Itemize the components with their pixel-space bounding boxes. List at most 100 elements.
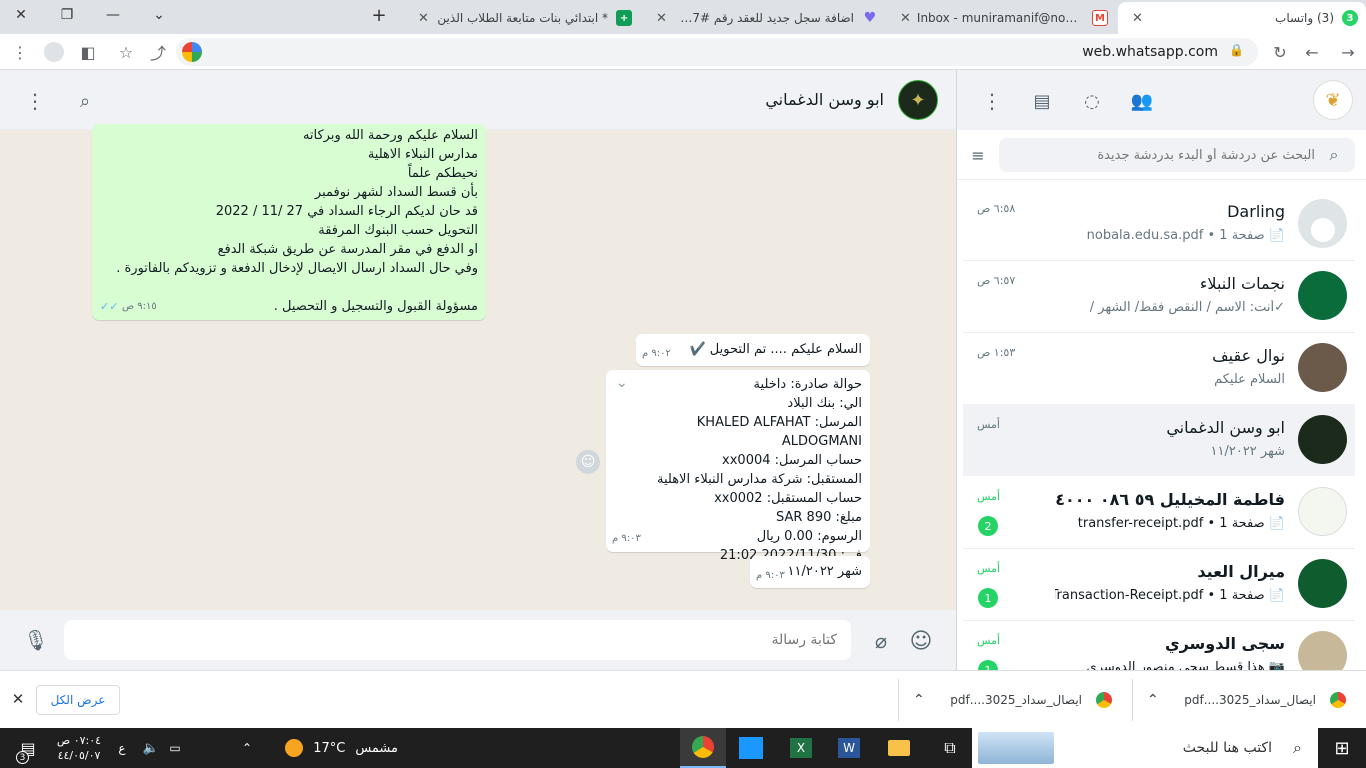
contact-name[interactable]: ابو وسن الدغماني bbox=[765, 90, 884, 109]
chat-list: Darling 📄 صفحة 1 • nobala.edu.sa.pdf ٦:٥… bbox=[957, 188, 1366, 670]
chat-preview: 📄 صفحة 1 • nobala.edu.sa.pdf bbox=[1086, 228, 1285, 243]
lock-icon: 🔒 bbox=[1229, 43, 1244, 57]
minimize-icon[interactable]: — bbox=[98, 4, 128, 26]
chat-item-darling[interactable]: Darling 📄 صفحة 1 • nobala.edu.sa.pdf ٦:٥… bbox=[963, 188, 1355, 260]
status-icon[interactable]: ◌ bbox=[1079, 88, 1105, 114]
sidebar-header: ❦ 👥 ◌ ▤ ⋮ bbox=[957, 70, 1366, 130]
profile-avatar[interactable]: ❦ bbox=[1313, 80, 1353, 120]
conversation-header[interactable]: ✦ ابو وسن الدغماني ⌕ ⋮ bbox=[0, 70, 956, 130]
file-explorer-icon[interactable] bbox=[876, 728, 922, 768]
notification-center-icon[interactable]: ▤ 3 bbox=[10, 728, 46, 768]
message-incoming[interactable]: شهر ١١/٢٠٢٢ ٩:٠٣ م bbox=[750, 556, 870, 588]
chat-item-saja[interactable]: سجى الدوسري 📷 هذا قسط سجى منصور الدوسري … bbox=[963, 620, 1355, 670]
task-view-icon[interactable]: ⧉ bbox=[928, 728, 972, 768]
emoji-reaction-icon[interactable]: ☺ bbox=[576, 450, 600, 474]
unread-badge: 2 bbox=[978, 516, 998, 536]
chat-name: ميرال العيد bbox=[1197, 562, 1285, 581]
unread-badge: 1 bbox=[978, 660, 998, 670]
close-icon[interactable]: ✕ bbox=[8, 689, 28, 709]
chevron-down-icon[interactable]: ⌄ bbox=[616, 374, 628, 393]
message-time: ٩:٠٣ م bbox=[612, 533, 641, 544]
forward-icon[interactable]: → bbox=[1336, 40, 1360, 64]
chat-time: ٦:٥٧ ص bbox=[977, 274, 1016, 287]
chat-item-nawal[interactable]: نوال عقيف السلام عليكم ١:٥٣ ص bbox=[963, 332, 1355, 404]
google-icon bbox=[182, 42, 202, 62]
browser-menu-icon[interactable]: ⋮ bbox=[8, 40, 32, 64]
address-bar[interactable]: 🔒 web.whatsapp.com bbox=[176, 38, 1258, 66]
restore-icon[interactable]: ❐ bbox=[52, 4, 82, 26]
new-chat-icon[interactable]: ▤ bbox=[1029, 88, 1055, 114]
search-icon[interactable]: ⌕ bbox=[72, 88, 98, 114]
chevron-up-icon[interactable]: ⌃ bbox=[913, 692, 925, 708]
chat-name: سجى الدوسري bbox=[1164, 634, 1285, 653]
network-icon[interactable]: ▭ bbox=[164, 728, 186, 768]
chat-preview: 📄 صفحة 1 • transfer-receipt.pdf bbox=[1077, 516, 1285, 531]
close-icon[interactable]: ✕ bbox=[412, 11, 435, 26]
tab-title: Inbox - muniramanif@nobala.edu.sa bbox=[916, 11, 1084, 25]
chat-search-box[interactable]: ⌕ bbox=[999, 138, 1355, 172]
avatar bbox=[1298, 631, 1347, 670]
download-item[interactable]: ⌃ ايصال_سداد_3025....pdf bbox=[898, 679, 1132, 721]
emoji-icon[interactable]: ☺ bbox=[906, 626, 936, 656]
close-icon[interactable]: ✕ bbox=[894, 11, 917, 26]
weather-widget[interactable]: مشمس 17°C bbox=[278, 728, 398, 768]
new-tab-button[interactable]: + bbox=[364, 4, 394, 26]
download-item[interactable]: ⌃ ايصال_سداد_3025....pdf bbox=[1132, 679, 1366, 721]
chat-time: أمس bbox=[977, 562, 1000, 575]
back-icon[interactable]: ← bbox=[1300, 40, 1324, 64]
bookmark-star-icon[interactable]: ☆ bbox=[114, 40, 138, 64]
contact-avatar[interactable]: ✦ bbox=[898, 80, 938, 120]
avatar bbox=[1298, 343, 1347, 392]
show-all-button[interactable]: عرض الكل bbox=[36, 685, 120, 715]
volume-icon[interactable]: 🔈 bbox=[140, 728, 162, 768]
windows-start-icon[interactable]: ⊞ bbox=[1318, 728, 1366, 768]
message-input[interactable] bbox=[64, 620, 851, 660]
unread-badge: 1 bbox=[978, 588, 998, 608]
share-icon[interactable]: ⤴ bbox=[146, 40, 170, 64]
attach-icon[interactable]: ⌀ bbox=[866, 626, 896, 656]
chat-item-nujmat[interactable]: نجمات النبلاء ✓أنت: الاسم / النقص فقط/ ا… bbox=[963, 260, 1355, 332]
file-name: ايصال_سداد_3025....pdf bbox=[950, 693, 1082, 707]
microphone-icon[interactable]: 🎙 bbox=[22, 626, 50, 654]
prime-video-icon[interactable] bbox=[728, 728, 774, 768]
clock[interactable]: ٠٧:٠٤ ص ٤٤/٠٥/٠٧ bbox=[50, 728, 108, 768]
chat-search-input[interactable] bbox=[1035, 138, 1315, 172]
communities-icon[interactable]: 👥 bbox=[1129, 88, 1155, 114]
chat-time: أمس bbox=[977, 634, 1000, 647]
word-icon[interactable]: W bbox=[826, 728, 872, 768]
tab-title: * ابتدائي بنات متابعة الطلاب الذين bbox=[437, 11, 608, 25]
chat-item-abu-wasan[interactable]: ابو وسن الدغماني شهر ١١/٢٠٢٢ أمس bbox=[963, 404, 1355, 476]
chat-item-miral[interactable]: ميرال العيد 📄 صفحة 1 • Transaction-Recei… bbox=[963, 548, 1355, 620]
avatar bbox=[1298, 415, 1347, 464]
tab-search-icon[interactable]: ⌄ bbox=[144, 4, 174, 26]
whatsapp-app: ✦ ابو وسن الدغماني ⌕ ⋮ السلام عليكم ورحم… bbox=[0, 70, 1366, 670]
extension-icon[interactable] bbox=[42, 40, 66, 64]
window-close-icon[interactable]: ✕ bbox=[6, 4, 36, 26]
chat-preview: السلام عليكم bbox=[1214, 372, 1285, 387]
close-icon[interactable]: ✕ bbox=[1126, 11, 1149, 26]
tab-sheets[interactable]: + * ابتدائي بنات متابعة الطلاب الذين ✕ bbox=[404, 4, 640, 32]
sidebar-icon[interactable]: ◧ bbox=[76, 40, 100, 64]
chevron-up-icon[interactable]: ⌃ bbox=[1147, 692, 1159, 708]
tab-contract[interactable]: ♥ اضافة سجل جديد للعقد رقم #2857 ✕ bbox=[642, 4, 886, 32]
message-incoming[interactable]: السلام عليكم .... تم التحويل ✔️ ٩:٠٢ م bbox=[636, 334, 870, 366]
sheets-icon: + bbox=[616, 10, 632, 26]
filter-icon[interactable]: ≡ bbox=[967, 144, 989, 166]
message-time: ٩:٠٣ م bbox=[756, 570, 785, 581]
menu-icon[interactable]: ⋮ bbox=[979, 88, 1005, 114]
message-outgoing[interactable]: السلام عليكم ورحمة الله وبركاته مدارس ال… bbox=[92, 124, 486, 320]
show-hidden-icons[interactable]: ⌃ bbox=[236, 728, 258, 768]
reload-icon[interactable]: ↻ bbox=[1268, 40, 1292, 64]
avatar bbox=[1298, 199, 1347, 248]
excel-icon[interactable]: X bbox=[778, 728, 824, 768]
close-icon[interactable]: ✕ bbox=[650, 11, 673, 26]
menu-icon[interactable]: ⋮ bbox=[22, 88, 48, 114]
chat-name: Darling bbox=[1227, 202, 1285, 221]
chat-item-fatima[interactable]: فاطمة المخيليل ٥٩ ٠٨٦ ٤٠٠٠ 📄 صفحة 1 • tr… bbox=[963, 476, 1355, 548]
tab-gmail[interactable]: M Inbox - muniramanif@nobala.edu.sa ✕ bbox=[886, 4, 1116, 32]
chrome-icon[interactable] bbox=[680, 728, 726, 768]
language-indicator[interactable]: ع bbox=[112, 728, 132, 768]
tab-whatsapp[interactable]: 3 (3) واتساب ✕ bbox=[1118, 2, 1366, 34]
message-incoming[interactable]: حوالة صادرة: داخلية الي: بنك البلاد المر… bbox=[606, 370, 870, 563]
taskbar-search[interactable]: اكتب هنا للبحث ⌕ bbox=[972, 728, 1318, 768]
